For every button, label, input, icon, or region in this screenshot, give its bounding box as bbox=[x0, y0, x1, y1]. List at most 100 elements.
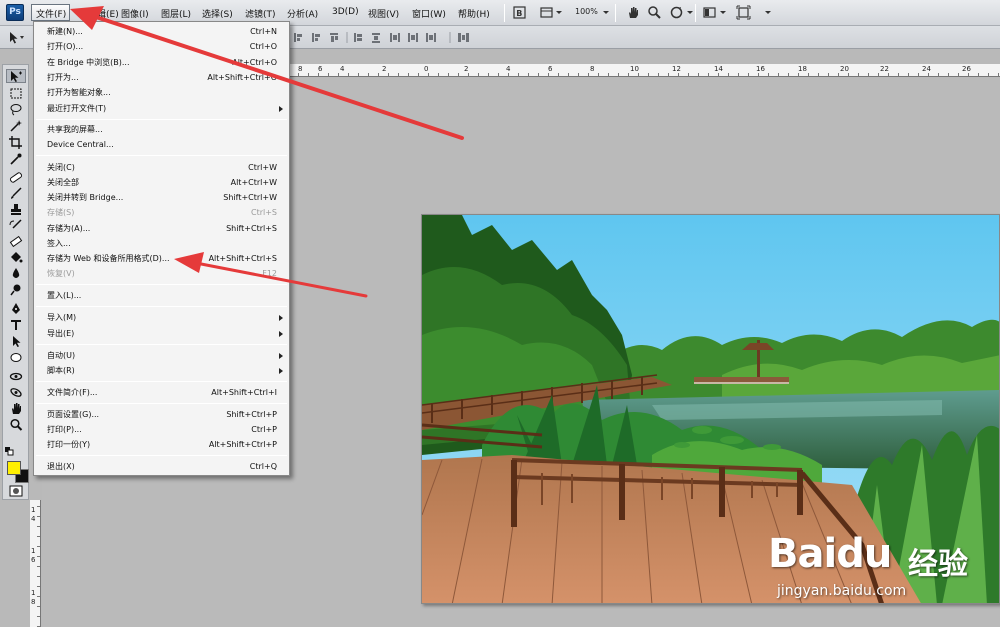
3d-rotate-tool[interactable] bbox=[6, 370, 26, 384]
menubar-divider bbox=[695, 4, 696, 22]
menu-item-print[interactable]: 打印(P)... Ctrl+P bbox=[34, 423, 289, 437]
menu-window[interactable]: 窗口(W) bbox=[412, 7, 446, 20]
menu-item-print-one-copy[interactable]: 打印一份(Y) Alt+Shift+Ctrl+P bbox=[34, 438, 289, 452]
menu-item-recent-files[interactable]: 最近打开文件(T) bbox=[34, 102, 289, 116]
paint-bucket-tool[interactable] bbox=[6, 251, 26, 265]
marquee-tool[interactable] bbox=[6, 87, 26, 101]
menu-item-save-for-web[interactable]: 存储为 Web 和设备所用格式(D)... Alt+Shift+Ctrl+S bbox=[34, 252, 289, 266]
menu-item-new[interactable]: 新建(N)... Ctrl+N bbox=[34, 25, 289, 39]
history-brush-tool[interactable] bbox=[6, 219, 26, 233]
menu-edit[interactable]: 编辑(E) bbox=[88, 7, 119, 20]
menu-analysis[interactable]: 分析(A) bbox=[287, 7, 318, 20]
magnifier-icon bbox=[648, 6, 661, 19]
hand-tool-button[interactable] bbox=[625, 4, 641, 21]
menu-select[interactable]: 选择(S) bbox=[202, 7, 233, 20]
menu-separator bbox=[36, 403, 287, 404]
menu-item-export[interactable]: 导出(E) bbox=[34, 327, 289, 341]
menu-item-device-central[interactable]: Device Central... bbox=[34, 138, 289, 152]
tools-panel bbox=[2, 64, 29, 500]
ruler-label: 8 bbox=[298, 65, 303, 73]
menu-item-automate[interactable]: 自动(U) bbox=[34, 349, 289, 363]
chevron-down-icon bbox=[603, 11, 609, 14]
menu-item-open[interactable]: 打开(O)... Ctrl+O bbox=[34, 40, 289, 54]
menu-item-page-setup[interactable]: 页面设置(G)... Shift+Ctrl+P bbox=[34, 408, 289, 422]
ruler-label: 6 bbox=[318, 65, 323, 73]
dodge-tool[interactable] bbox=[6, 283, 26, 297]
menu-item-open-as-smart-object[interactable]: 打开为智能对象... bbox=[34, 86, 289, 100]
menu-item-shortcut: Shift+Ctrl+W bbox=[223, 193, 277, 202]
hand-tool[interactable] bbox=[6, 402, 26, 416]
quick-selection-tool[interactable] bbox=[6, 119, 26, 133]
menu-3d[interactable]: 3D(D) bbox=[332, 7, 359, 17]
menu-file[interactable]: 文件(F) bbox=[31, 4, 71, 21]
blur-tool[interactable] bbox=[6, 267, 26, 281]
menu-item-check-in[interactable]: 签入... bbox=[34, 237, 289, 251]
screen-mode-button[interactable] bbox=[735, 4, 761, 21]
menu-filter[interactable]: 滤镜(T) bbox=[245, 7, 276, 20]
bridge-button[interactable]: B bbox=[511, 4, 528, 21]
menu-item-save: 存储(S) Ctrl+S bbox=[34, 206, 289, 220]
ruler-label: 18 bbox=[798, 65, 807, 73]
menu-item-save-as[interactable]: 存储为(A)... Shift+Ctrl+S bbox=[34, 222, 289, 236]
pen-tool[interactable] bbox=[6, 302, 26, 316]
history-brush-icon bbox=[9, 219, 22, 229]
eyedropper-icon bbox=[10, 153, 22, 165]
menu-item-label: 存储为 Web 和设备所用格式(D)... bbox=[47, 254, 170, 263]
type-tool[interactable] bbox=[6, 318, 26, 332]
menu-item-scripts[interactable]: 脚本(R) bbox=[34, 364, 289, 378]
document-image[interactable]: Baidu 经验 jingyan.baidu.com bbox=[421, 214, 1000, 604]
default-colors-icon[interactable] bbox=[5, 447, 15, 457]
shape-tool[interactable] bbox=[6, 351, 26, 365]
submenu-arrow-icon bbox=[279, 315, 283, 321]
menu-separator bbox=[36, 119, 287, 120]
menu-item-close-go-to-bridge[interactable]: 关闭并转到 Bridge... Shift+Ctrl+W bbox=[34, 191, 289, 205]
menu-item-label: 存储(S) bbox=[47, 208, 75, 217]
brush-icon bbox=[11, 187, 22, 199]
zoom-level[interactable]: 100% bbox=[575, 7, 598, 16]
menu-image[interactable]: 图像(I) bbox=[121, 7, 149, 20]
menu-item-browse-in-bridge[interactable]: 在 Bridge 中浏览(B)... Alt+Ctrl+O bbox=[34, 56, 289, 70]
menu-item-close-all[interactable]: 关闭全部 Alt+Ctrl+W bbox=[34, 176, 289, 190]
eyedropper-tool[interactable] bbox=[6, 152, 26, 166]
move-tool-preset-icon[interactable] bbox=[6, 30, 28, 45]
align-distribute-icons[interactable] bbox=[292, 31, 482, 44]
menu-item-exit[interactable]: 退出(X) Ctrl+Q bbox=[34, 460, 289, 474]
menu-item-file-info[interactable]: 文件简介(F)... Alt+Shift+Ctrl+I bbox=[34, 386, 289, 400]
path-selection-tool[interactable] bbox=[6, 335, 26, 349]
zoom-tool-button[interactable] bbox=[646, 4, 662, 21]
menu-item-share-screen[interactable]: 共享我的屏幕... bbox=[34, 123, 289, 137]
crop-tool[interactable] bbox=[6, 136, 26, 150]
menu-item-label: 自动(U) bbox=[47, 351, 76, 360]
menu-item-import[interactable]: 导入(M) bbox=[34, 311, 289, 325]
menu-item-shortcut: Ctrl+O bbox=[249, 42, 277, 51]
watermark-brand: Baidu bbox=[768, 531, 892, 577]
rotate-view-button[interactable] bbox=[668, 4, 684, 21]
menu-item-label: 关闭全部 bbox=[47, 178, 79, 187]
menu-separator bbox=[36, 306, 287, 307]
rotate-view-icon bbox=[670, 6, 683, 19]
menu-separator bbox=[36, 455, 287, 456]
menu-help[interactable]: 帮助(H) bbox=[458, 7, 490, 20]
healing-brush-tool[interactable] bbox=[6, 171, 26, 185]
ruler-label: 2 bbox=[382, 65, 387, 73]
dodge-icon bbox=[10, 284, 21, 296]
menu-item-label: 关闭并转到 Bridge... bbox=[47, 193, 124, 202]
quick-mask-button[interactable] bbox=[6, 485, 26, 499]
lasso-tool[interactable] bbox=[6, 103, 26, 117]
menu-item-close[interactable]: 关闭(C) Ctrl+W bbox=[34, 161, 289, 175]
move-tool[interactable] bbox=[6, 69, 26, 83]
eraser-tool[interactable] bbox=[6, 235, 26, 249]
ruler-label: 26 bbox=[962, 65, 971, 73]
3d-orbit-tool[interactable] bbox=[6, 386, 26, 400]
foreground-color-swatch[interactable] bbox=[7, 461, 21, 475]
menu-item-place[interactable]: 置入(L)... bbox=[34, 289, 289, 303]
menu-view[interactable]: 视图(V) bbox=[368, 7, 399, 20]
menu-item-shortcut: Alt+Ctrl+O bbox=[232, 58, 277, 67]
menu-item-open-as[interactable]: 打开为... Alt+Shift+Ctrl+O bbox=[34, 71, 289, 85]
menu-item-label: 关闭(C) bbox=[47, 163, 75, 172]
zoom-tool[interactable] bbox=[6, 418, 26, 432]
menu-layer[interactable]: 图层(L) bbox=[161, 7, 191, 20]
stamp-icon bbox=[11, 204, 21, 215]
brush-tool[interactable] bbox=[6, 187, 26, 201]
clone-stamp-tool[interactable] bbox=[6, 203, 26, 217]
